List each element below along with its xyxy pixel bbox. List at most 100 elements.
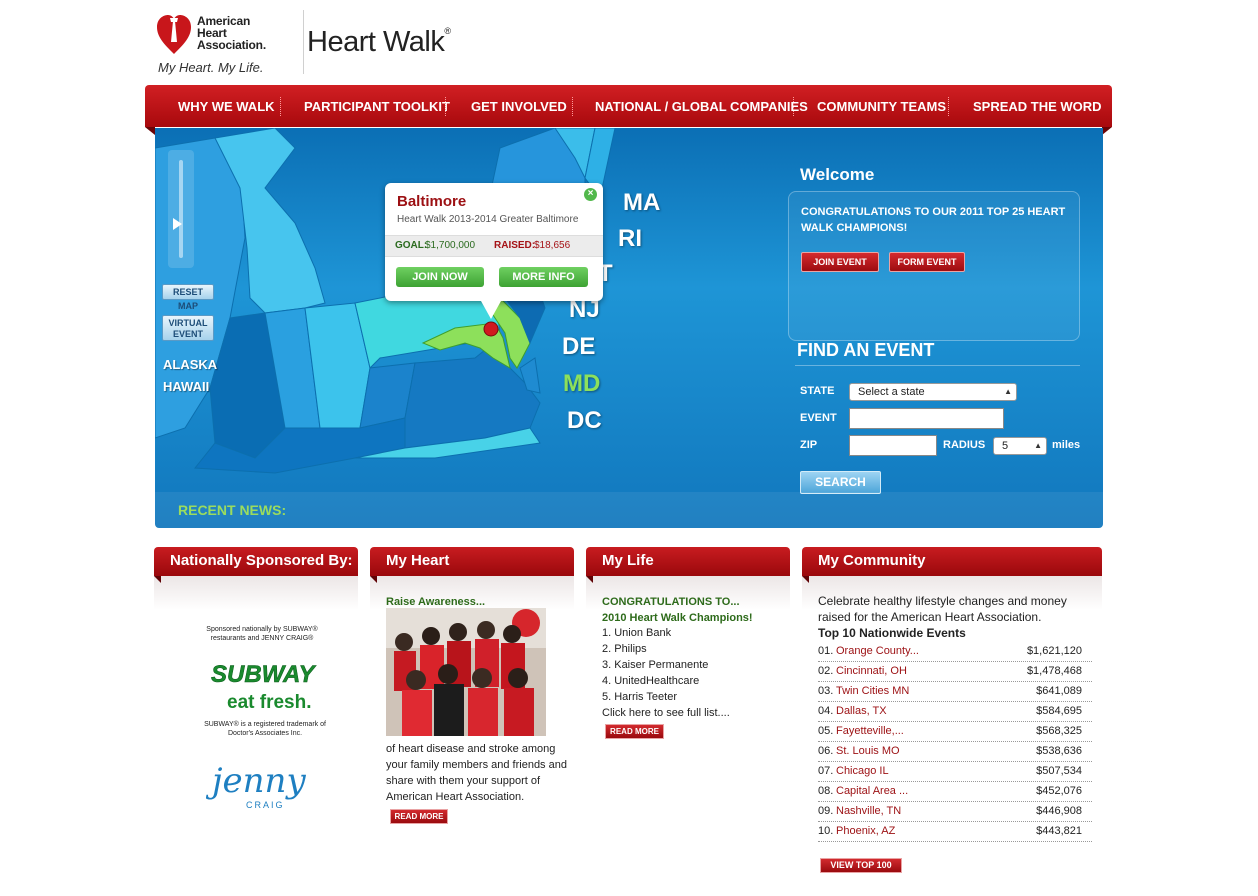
popup-stats: GOAL: $1,700,000 RAISED: $18,656	[385, 235, 603, 257]
goal-label: GOAL:	[395, 240, 428, 251]
walkers-photo-image	[386, 608, 546, 736]
event-pin[interactable]	[483, 321, 499, 337]
event-link[interactable]: Phoenix, AZ	[836, 822, 895, 840]
event-link[interactable]: Orange County...	[836, 642, 919, 660]
state-label-md[interactable]: MD	[563, 370, 600, 398]
state-label-dc[interactable]: DC	[567, 407, 602, 435]
champion-item: 4. UnitedHealthcare	[602, 675, 700, 687]
aha-logo[interactable]: American Heart Association. My Heart. My…	[156, 10, 296, 76]
welcome-box: CONGRATULATIONS TO OUR 2011 TOP 25 HEART…	[788, 191, 1080, 341]
event-row: 06. St. Louis MO $538,636	[818, 742, 1092, 762]
nav-national-global-companies[interactable]: NATIONAL / GLOBAL COMPANIES	[595, 99, 808, 114]
virtual-event-button[interactable]: VIRTUAL EVENT	[162, 315, 214, 341]
zip-input[interactable]	[849, 435, 937, 456]
event-link[interactable]: Dallas, TX	[836, 702, 887, 720]
event-row: 01. Orange County... $1,621,120	[818, 642, 1092, 662]
congrats-heading: CONGRATULATIONS TO...	[602, 596, 740, 608]
recent-news-label: RECENT NEWS:	[178, 502, 287, 518]
program-title[interactable]: Heart Walk®	[307, 26, 451, 59]
select-arrows-icon: ▲	[1034, 441, 1042, 450]
close-icon[interactable]: ×	[584, 188, 597, 201]
state-label: STATE	[800, 385, 835, 397]
state-label-ri[interactable]: RI	[618, 225, 642, 253]
my-heart-read-more-button[interactable]: READ MORE	[390, 809, 448, 824]
main-nav: WHY WE WALK PARTICIPANT TOOLKIT GET INVO…	[145, 85, 1112, 135]
event-link[interactable]: Fayetteville,...	[836, 722, 904, 740]
event-link[interactable]: Capital Area ...	[836, 782, 908, 800]
zoom-thumb[interactable]	[173, 218, 182, 230]
jenny-craig-logo[interactable]: jenny CRAIG	[206, 754, 326, 820]
select-arrows-icon: ▲	[1004, 387, 1012, 396]
event-link[interactable]: Twin Cities MN	[836, 682, 909, 700]
hero-map-panel: RESET MAP VIRTUAL EVENT ALASKA HAWAII MA…	[155, 128, 1103, 528]
nav-participant-toolkit[interactable]: PARTICIPANT TOOLKIT	[304, 99, 450, 114]
search-button[interactable]: SEARCH	[800, 471, 881, 494]
event-link[interactable]: St. Louis MO	[836, 742, 900, 760]
svg-text:jenny: jenny	[206, 761, 306, 801]
nav-community-teams[interactable]: COMMUNITY TEAMS	[817, 99, 946, 114]
subway-logo[interactable]: SUBWAY eat fresh.	[207, 656, 327, 716]
champion-item: 3. Kaiser Permanente	[602, 659, 709, 671]
zoom-slider[interactable]	[168, 150, 194, 268]
champion-item: 2. Philips	[602, 643, 647, 655]
raised-value: $18,656	[534, 240, 571, 251]
miles-label: miles	[1052, 439, 1081, 451]
full-list-link[interactable]: Click here to see full list....	[602, 705, 730, 721]
join-event-button[interactable]: JOIN EVENT	[801, 252, 879, 272]
radius-select[interactable]: 5 ▲	[993, 437, 1047, 455]
sponsors-panel: Nationally Sponsored By:	[154, 547, 358, 610]
find-event-title: FIND AN EVENT	[797, 340, 935, 360]
nav-get-involved[interactable]: GET INVOLVED	[471, 99, 567, 114]
reset-map-button[interactable]: RESET MAP	[162, 284, 214, 311]
sponsor-intro: Sponsored nationally by SUBWAY® restaura…	[206, 626, 318, 642]
my-heart-title: My Heart	[370, 547, 574, 583]
tagline: My Heart. My Life.	[158, 60, 264, 75]
header-divider	[303, 10, 304, 74]
state-label-de[interactable]: DE	[562, 333, 595, 361]
radius-label: RADIUS	[943, 439, 986, 451]
more-info-button[interactable]: MORE INFO	[499, 267, 588, 287]
state-label-ma[interactable]: MA	[623, 189, 660, 217]
event-row: 05. Fayetteville,... $568,325	[818, 722, 1092, 742]
popup-subtitle: Heart Walk 2013-2014 Greater Baltimore	[397, 214, 579, 225]
zip-label: ZIP	[800, 439, 818, 451]
svg-text:eat fresh.: eat fresh.	[227, 692, 311, 713]
hawaii-link[interactable]: HAWAII	[163, 379, 209, 394]
event-input[interactable]	[849, 408, 1004, 429]
top-events-title: Top 10 Nationwide Events	[818, 626, 966, 640]
my-community-title: My Community	[802, 547, 1102, 583]
my-heart-body: of heart disease and stroke among your f…	[386, 743, 567, 803]
community-intro: Celebrate healthy lifestyle changes and …	[818, 594, 1067, 624]
event-row: 10. Phoenix, AZ $443,821	[818, 822, 1092, 842]
event-popup: Baltimore Heart Walk 2013-2014 Greater B…	[385, 183, 603, 319]
event-row: 02. Cincinnati, OH $1,478,468	[818, 662, 1092, 682]
event-row: 07. Chicago IL $507,534	[818, 762, 1092, 782]
top-events-list: 01. Orange County... $1,621,120 02. Cincinn…	[818, 642, 1092, 842]
sponsors-title: Nationally Sponsored By:	[154, 547, 358, 583]
my-life-read-more-button[interactable]: READ MORE	[605, 724, 664, 739]
welcome-message[interactable]: CONGRATULATIONS TO OUR 2011 TOP 25 HEART…	[801, 204, 1071, 236]
event-link[interactable]: Nashville, TN	[836, 802, 901, 820]
view-top-100-button[interactable]: VIEW TOP 100	[820, 858, 902, 873]
goal-value: $1,700,000	[425, 240, 476, 251]
champion-item: 5. Harris Teeter	[602, 691, 677, 703]
svg-text:CRAIG: CRAIG	[246, 800, 285, 810]
join-now-button[interactable]: JOIN NOW	[396, 267, 484, 287]
champions-subheading: 2010 Heart Walk Champions!	[602, 612, 753, 624]
event-link[interactable]: Chicago IL	[836, 762, 889, 780]
my-life-title: My Life	[586, 547, 790, 583]
welcome-title: Welcome	[800, 165, 875, 184]
event-row: 08. Capital Area ... $452,076	[818, 782, 1092, 802]
state-select[interactable]: Select a state ▲	[849, 383, 1017, 401]
recent-news-bar: RECENT NEWS:	[155, 492, 1103, 528]
popup-title: Baltimore	[397, 193, 467, 210]
event-link[interactable]: Cincinnati, OH	[836, 662, 907, 680]
raised-label: RAISED:	[494, 240, 536, 251]
form-event-button[interactable]: FORM EVENT	[889, 252, 965, 272]
heart-torch-icon	[157, 15, 191, 54]
nav-spread-the-word[interactable]: SPREAD THE WORD	[973, 99, 1102, 114]
aha-wordmark: American Heart Association.	[197, 14, 266, 52]
nav-why-we-walk[interactable]: WHY WE WALK	[178, 99, 275, 114]
alaska-link[interactable]: ALASKA	[163, 357, 217, 372]
event-row: 04. Dallas, TX $584,695	[818, 702, 1092, 722]
